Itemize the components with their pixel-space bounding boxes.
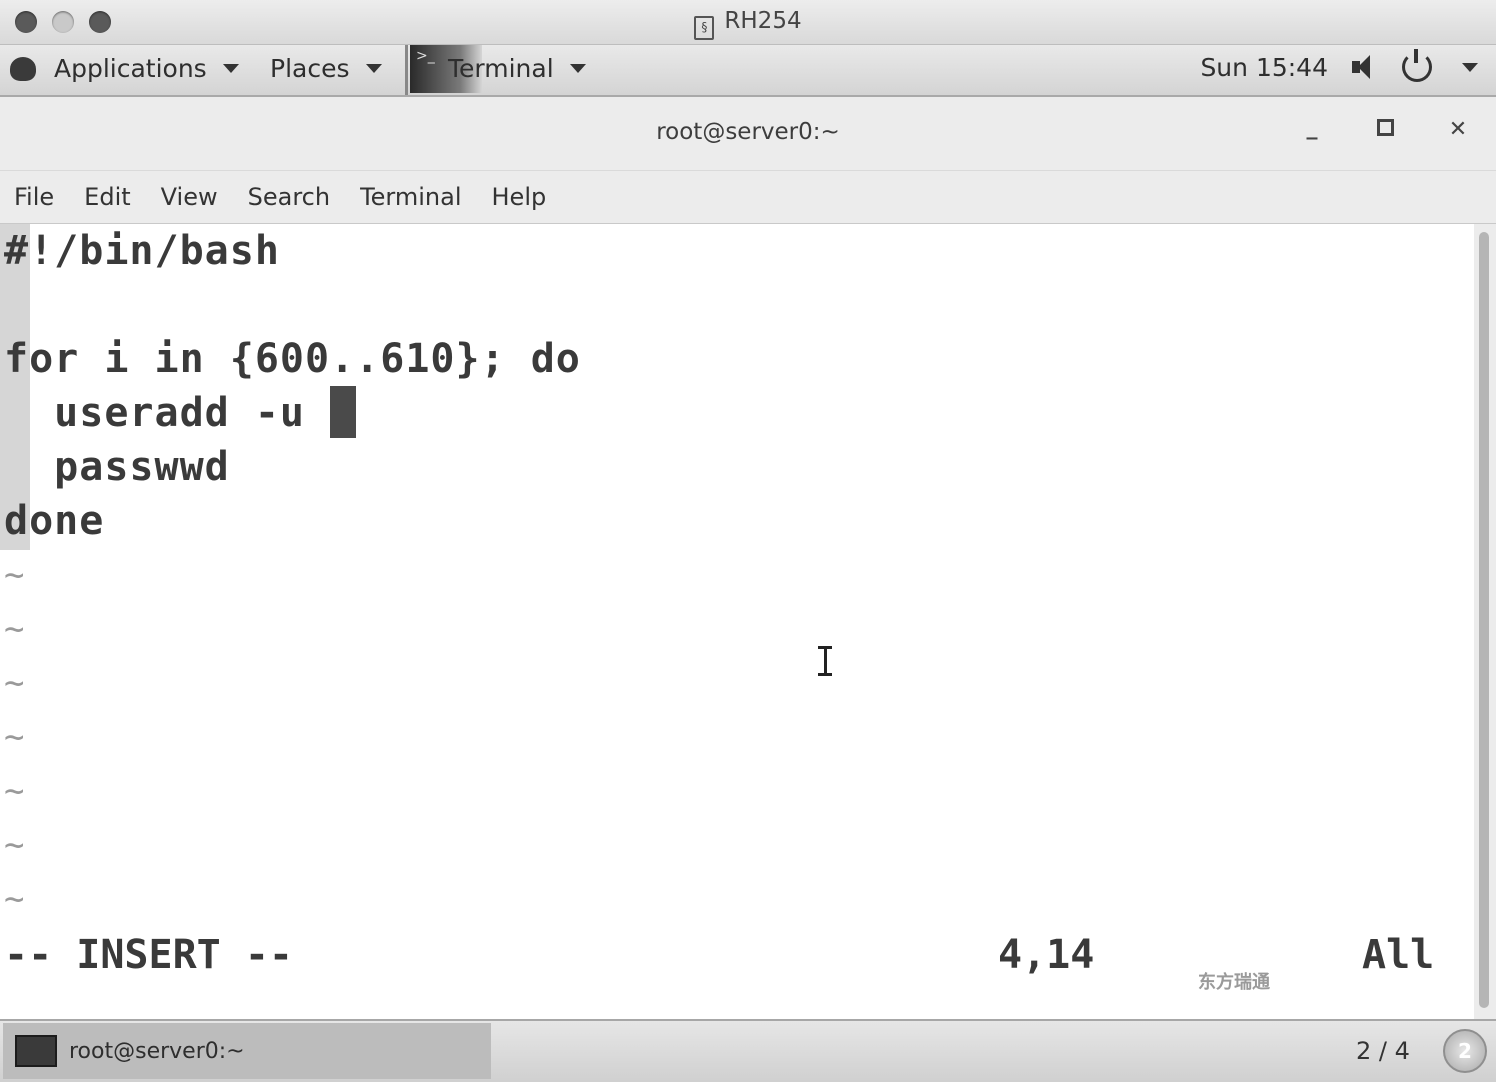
vm-title-text: RH254	[724, 8, 802, 34]
vm-title: § RH254	[0, 8, 1496, 40]
vm-document-icon: §	[694, 16, 715, 40]
scrollbar-thumb[interactable]	[1479, 232, 1489, 1008]
power-icon[interactable]	[1402, 49, 1432, 82]
gnome-top-panel: Applications Places >_ Terminal Sun 15:4…	[0, 45, 1496, 97]
bottom-taskbar: root@server0:~ 2 / 4 2	[0, 1019, 1496, 1082]
empty-line-marker: ~	[4, 555, 25, 595]
vm-titlebar: § RH254	[0, 0, 1496, 45]
terminal-app-label: Terminal	[448, 54, 554, 83]
gnome-foot-icon	[10, 56, 36, 81]
code-line-3: for i in {600..610}; do	[4, 336, 581, 382]
chevron-down-icon	[569, 64, 586, 73]
code-line-6: done	[4, 498, 105, 544]
minimize-button[interactable]: _	[1297, 115, 1327, 140]
chevron-down-icon	[222, 64, 239, 73]
code-line-5: passwwd	[4, 444, 230, 490]
workspace-indicator[interactable]: 2 / 4	[1356, 1037, 1410, 1065]
cursor-position: 4,14	[998, 932, 1095, 978]
maximize-icon	[1376, 119, 1394, 136]
panel-status-area: Sun 15:44	[1200, 49, 1478, 82]
volume-muted-icon[interactable]	[1350, 52, 1380, 82]
menu-terminal[interactable]: Terminal	[360, 183, 461, 211]
places-label: Places	[270, 54, 350, 83]
menu-file[interactable]: File	[14, 183, 54, 211]
empty-line-marker: ~	[4, 825, 25, 865]
maximize-button[interactable]	[1370, 117, 1400, 142]
terminal-title: root@server0:~	[656, 119, 840, 145]
taskbar-window-button[interactable]: root@server0:~	[3, 1023, 491, 1079]
taskbar-window-label: root@server0:~	[69, 1038, 245, 1064]
empty-line-marker: ~	[4, 879, 25, 919]
terminal-scrollbar[interactable]	[1474, 224, 1496, 1019]
terminal-menubar: File Edit View Search Terminal Help	[0, 171, 1496, 224]
menu-search[interactable]: Search	[248, 183, 330, 211]
close-button[interactable]: ✕	[1443, 117, 1473, 142]
code-line-4: useradd -u	[4, 386, 357, 440]
workspace-switcher-badge[interactable]: 2	[1443, 1029, 1487, 1073]
terminal-titlebar: root@server0:~ _ ✕	[0, 97, 1496, 171]
menu-view[interactable]: View	[161, 183, 218, 211]
empty-line-marker: ~	[4, 663, 25, 703]
mouse-ibeam-cursor-icon	[818, 646, 832, 676]
system-menu-chevron-icon[interactable]	[1462, 62, 1478, 72]
scroll-position: All	[1362, 932, 1435, 978]
terminal-content[interactable]: #!/bin/bash for i in {600..610}; do user…	[0, 224, 1474, 1019]
text-cursor	[330, 386, 357, 438]
empty-line-marker: ~	[4, 717, 25, 757]
terminal-icon	[15, 1035, 57, 1067]
clock[interactable]: Sun 15:44	[1200, 53, 1328, 82]
watermark-logo: 东方瑞通	[1198, 972, 1270, 993]
chevron-down-icon	[365, 64, 382, 73]
code-line-4-text: useradd -u	[4, 390, 331, 436]
panel-separator	[405, 45, 408, 95]
vim-mode-indicator: -- INSERT --	[4, 932, 293, 978]
empty-line-marker: ~	[4, 609, 25, 649]
empty-line-marker: ~	[4, 771, 25, 811]
code-line-1: #!/bin/bash	[4, 228, 280, 274]
applications-menu[interactable]: Applications	[10, 54, 239, 83]
menu-edit[interactable]: Edit	[84, 183, 130, 211]
menu-help[interactable]: Help	[492, 183, 547, 211]
terminal-app-menu[interactable]: Terminal	[448, 54, 586, 83]
places-menu[interactable]: Places	[270, 54, 382, 83]
applications-label: Applications	[54, 54, 207, 83]
